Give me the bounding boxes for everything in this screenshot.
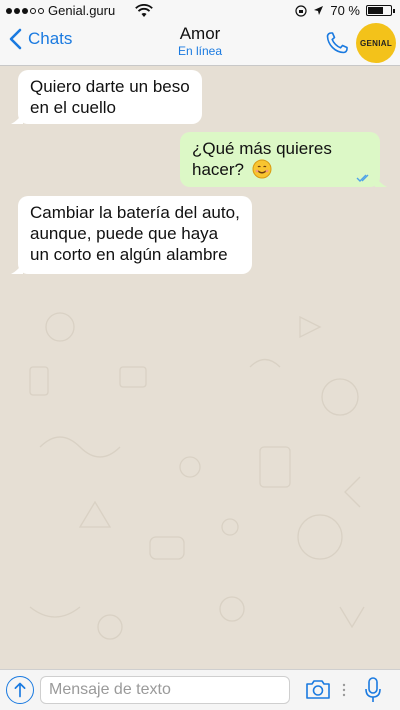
incoming-message[interactable]: Cambiar la batería del auto, aunque, pue…	[11, 196, 252, 274]
read-ticks-icon	[356, 174, 369, 182]
location-arrow-icon	[314, 6, 324, 15]
message-line: ¿Qué más quieres	[192, 139, 332, 158]
microphone-icon[interactable]	[364, 677, 382, 703]
status-bar: Genial.guru 70 %	[0, 0, 400, 22]
chat-area[interactable]: Quiero darte un beso en el cuello ¿Qué m…	[0, 67, 400, 669]
carrier-name: Genial.guru	[48, 3, 116, 18]
bubble-tail	[375, 175, 387, 187]
chat-header: Chats Amor En línea GENIAL	[0, 22, 400, 66]
battery-percent: 70 %	[330, 3, 360, 18]
arrow-up-icon	[14, 682, 26, 698]
wifi-icon	[135, 3, 154, 17]
smiling-face-emoji-icon	[252, 159, 272, 179]
battery-icon	[366, 5, 395, 16]
message-input-bar	[0, 669, 400, 710]
message-line: un corto en algún alambre	[30, 245, 228, 264]
status-right: 70 %	[295, 3, 395, 18]
message-line: Cambiar la batería del auto,	[30, 203, 240, 222]
message-line: en el cuello	[30, 98, 117, 117]
status-left: Genial.guru	[6, 3, 154, 18]
message-line: Quiero darte un beso	[30, 77, 190, 96]
camera-icon[interactable]	[305, 678, 331, 700]
message-text-input[interactable]	[40, 676, 290, 704]
separator-dots	[342, 683, 346, 697]
incoming-message[interactable]: Quiero darte un beso en el cuello	[11, 70, 202, 124]
contact-avatar[interactable]: GENIAL	[356, 23, 396, 63]
attach-button[interactable]	[6, 676, 34, 704]
bubble-tail	[11, 112, 23, 124]
bubble-tail	[11, 262, 23, 274]
rotation-lock-icon	[295, 4, 307, 17]
message-line: hacer?	[192, 160, 244, 179]
signal-strength-icon	[6, 7, 44, 14]
phone-call-icon[interactable]	[324, 30, 350, 56]
message-line: aunque, puede que haya	[30, 224, 219, 243]
outgoing-message[interactable]: ¿Qué más quieres hacer?	[180, 132, 387, 187]
avatar-text: GENIAL	[359, 38, 393, 48]
